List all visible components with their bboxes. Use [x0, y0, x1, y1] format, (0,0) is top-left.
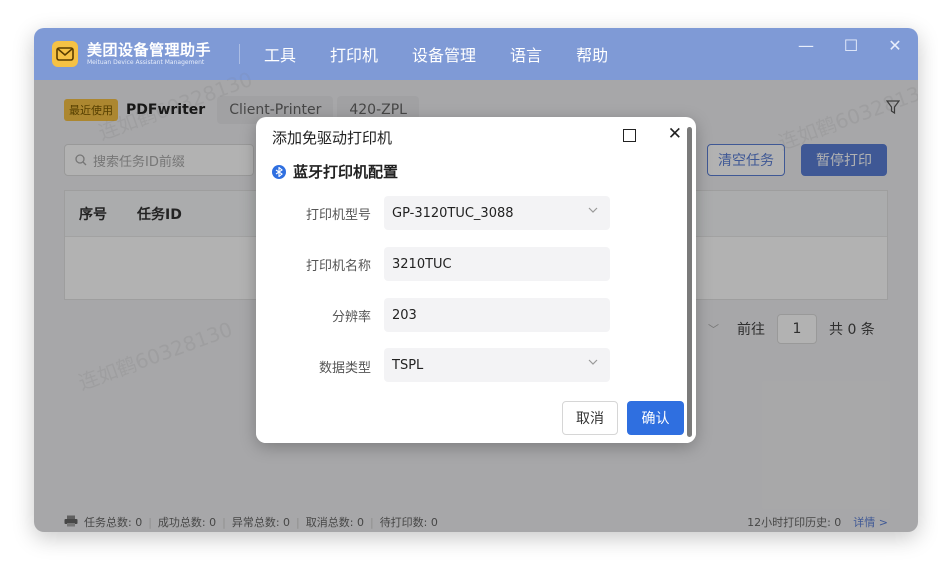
- minimize-button[interactable]: —: [796, 36, 816, 55]
- resolution-value: 203: [392, 307, 417, 323]
- dialog-close-button[interactable]: ✕: [668, 124, 682, 144]
- dialog-maximize-button[interactable]: [623, 129, 636, 142]
- data-type-value: TSPL: [392, 357, 424, 373]
- close-window-button[interactable]: ✕: [885, 36, 905, 55]
- menu-device-management[interactable]: 设备管理: [412, 42, 476, 66]
- title-divider: [239, 44, 240, 64]
- printer-model-label: 打印机型号: [305, 208, 371, 223]
- cancel-button[interactable]: 取消: [562, 401, 618, 435]
- printer-model-value: GP-3120TUC_3088: [392, 205, 514, 221]
- maximize-button[interactable]: ☐: [841, 36, 861, 55]
- menu-printer[interactable]: 打印机: [330, 42, 378, 66]
- app-logo-icon: [52, 41, 78, 67]
- add-printer-dialog: 添加免驱动打印机 ✕ 蓝牙打印机配置 打印机型号 GP-3120TUC_3088…: [256, 117, 696, 443]
- chevron-down-icon: [588, 359, 598, 365]
- printer-name-value: 3210TUC: [392, 256, 452, 272]
- dialog-title: 添加免驱动打印机: [272, 129, 393, 147]
- bluetooth-icon: [272, 164, 286, 179]
- printer-name-input[interactable]: 3210TUC: [384, 247, 610, 281]
- confirm-button[interactable]: 确认: [627, 401, 684, 435]
- menu-help[interactable]: 帮助: [576, 42, 608, 66]
- section-title: 蓝牙打印机配置: [293, 163, 399, 181]
- section-header: 蓝牙打印机配置: [272, 161, 398, 182]
- menu-bar: 工具 打印机 设备管理 语言 帮助: [264, 28, 642, 80]
- chevron-down-icon: [588, 207, 598, 213]
- resolution-label: 分辨率: [331, 310, 371, 325]
- menu-tools[interactable]: 工具: [264, 42, 296, 66]
- menu-language[interactable]: 语言: [510, 42, 542, 66]
- printer-name-label: 打印机名称: [305, 259, 371, 274]
- data-type-label: 数据类型: [318, 361, 371, 376]
- dialog-scrollbar[interactable]: [687, 127, 692, 437]
- resolution-input[interactable]: 203: [384, 298, 610, 332]
- printer-model-select[interactable]: GP-3120TUC_3088: [384, 196, 610, 230]
- app-name: 美团设备管理助手: [87, 41, 212, 59]
- dialog-footer: 取消 确认: [256, 393, 696, 443]
- app-subtitle: Meituan Device Assistant Management: [87, 59, 205, 66]
- title-bar: 美团设备管理助手 Meituan Device Assistant Manage…: [34, 28, 918, 80]
- data-type-select[interactable]: TSPL: [384, 348, 610, 382]
